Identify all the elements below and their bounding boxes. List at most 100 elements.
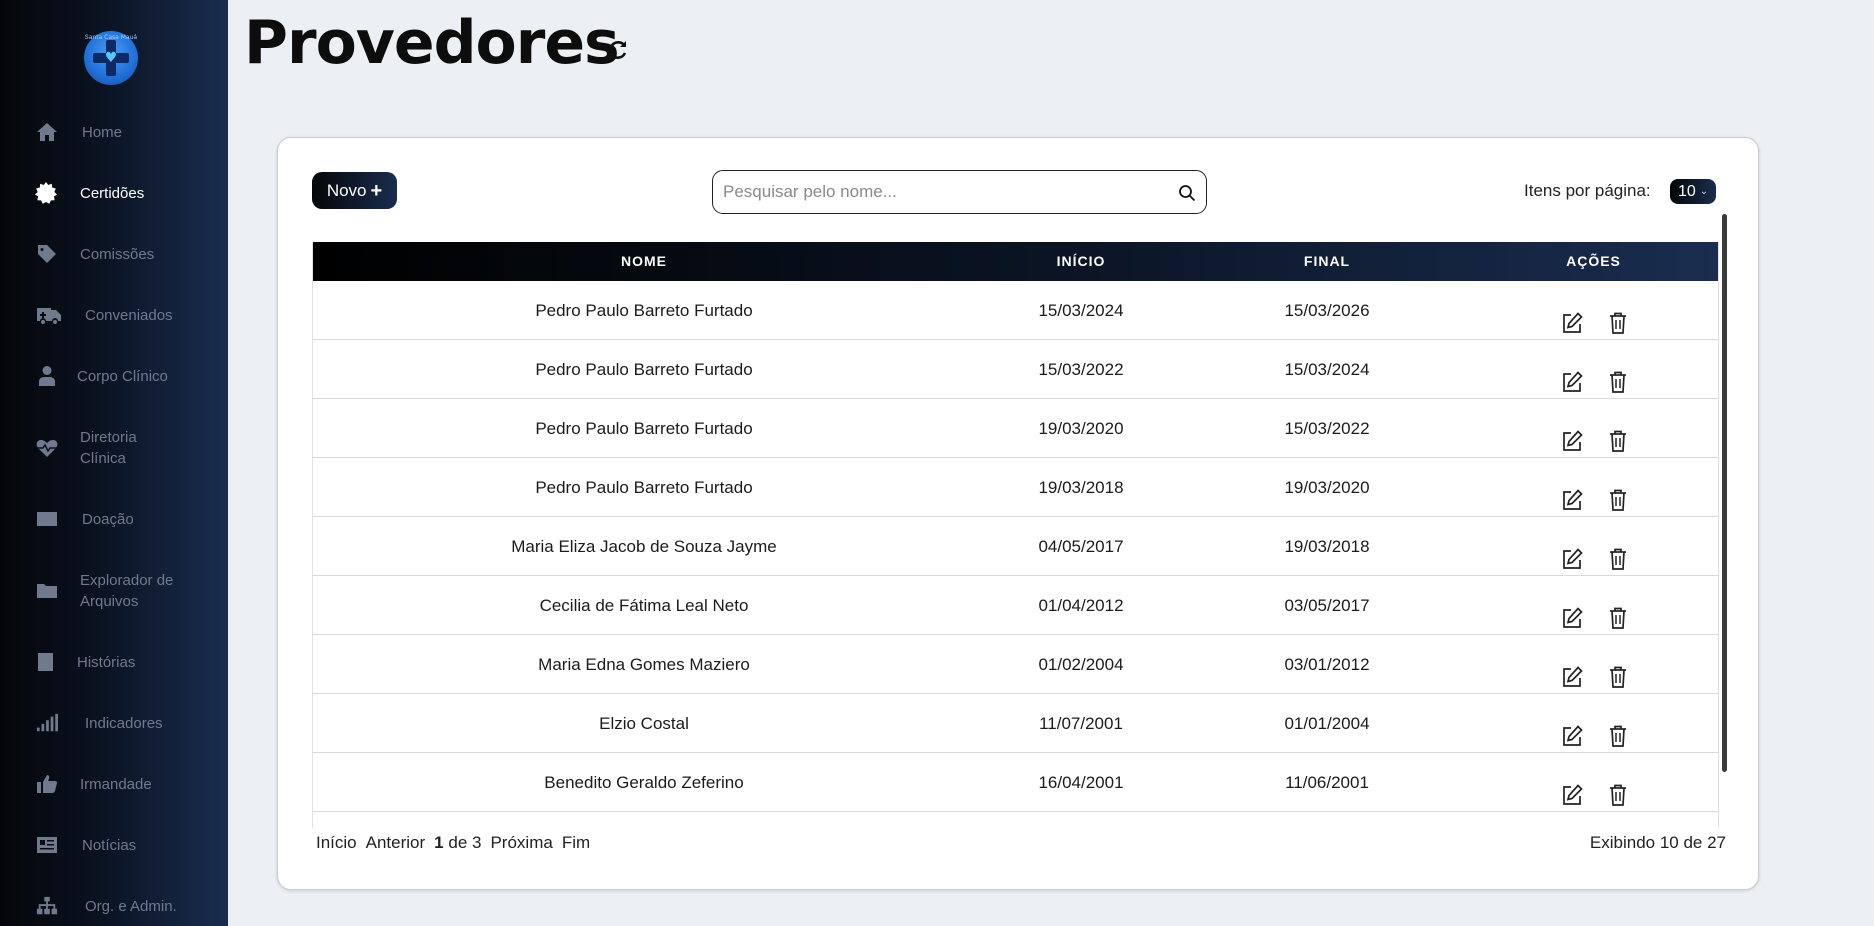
trash-icon[interactable] [1607, 299, 1629, 334]
sidebar-item-noticias[interactable]: Notícias [0, 821, 228, 869]
cell-acoes [1467, 281, 1718, 340]
sidebar: Santa Casa Mauá ♥ Home Certidões Comissõ… [0, 0, 228, 926]
column-header-final[interactable]: FINAL [1187, 242, 1467, 281]
trash-icon[interactable] [1607, 417, 1629, 452]
column-header-inicio[interactable]: INÍCIO [975, 242, 1187, 281]
new-button-label: Novo [326, 180, 367, 200]
edit-icon[interactable] [1561, 535, 1583, 569]
logo[interactable]: Santa Casa Mauá ♥ [84, 31, 138, 85]
cell-nome: Pedro Paulo Barreto Furtado [535, 360, 753, 379]
sidebar-item-label: Comissões [80, 246, 155, 263]
new-button[interactable]: Novo + [312, 172, 397, 209]
sidebar-item-label: Notícias [82, 837, 137, 854]
edit-icon[interactable] [1561, 594, 1583, 628]
table-row: Maria Eliza Jacob de Souza Jayme 04/05/20… [313, 517, 1718, 576]
sidebar-item-comissoes[interactable]: Comissões [0, 230, 228, 278]
cell-final: 03/01/2012 [1284, 655, 1370, 674]
cell-final: 15/03/2022 [1284, 419, 1370, 438]
column-header-nome[interactable]: NOME [313, 242, 975, 281]
thumbs-up-icon [36, 773, 58, 795]
cell-acoes [1467, 753, 1718, 812]
heartbeat-icon [36, 437, 58, 459]
sidebar-item-label: Histórias [77, 654, 136, 671]
cell-inicio: 15/03/2024 [1038, 301, 1124, 320]
trash-icon[interactable] [1607, 712, 1629, 747]
cell-final: 15/03/2026 [1284, 301, 1370, 320]
sidebar-item-label: Certidões [80, 185, 145, 202]
cell-acoes [1467, 399, 1718, 458]
sidebar-item-certidoes[interactable]: Certidões [0, 169, 228, 217]
edit-icon[interactable] [1561, 476, 1583, 510]
search-input[interactable] [723, 181, 1163, 203]
sidebar-item-org-admin[interactable]: Org. e Admin. [0, 882, 228, 926]
folder-icon [36, 580, 58, 602]
credit-card-icon [36, 508, 58, 530]
table-row: Pedro Paulo Barreto Furtado 15/03/2024 15/… [313, 281, 1718, 340]
providers-card: Novo + Itens por página: 10 ⌄ NOME INÍCI… [277, 137, 1759, 890]
per-page-value: 10 [1678, 182, 1696, 200]
trash-icon[interactable] [1607, 535, 1629, 570]
per-page-label: Itens por página: [1524, 181, 1651, 200]
pagination: Início Anterior 1 de 3 Próxima Fim [316, 833, 590, 853]
edit-icon[interactable] [1561, 653, 1583, 687]
cell-nome: Pedro Paulo Barreto Furtado [535, 301, 753, 320]
per-page-select[interactable]: 10 ⌄ [1670, 179, 1716, 204]
sidebar-item-label: Diretoria Clínica [80, 429, 137, 467]
trash-icon[interactable] [1607, 653, 1629, 688]
cell-acoes [1467, 458, 1718, 517]
search-icon[interactable] [1178, 184, 1196, 202]
sidebar-item-label: Corpo Clínico [77, 368, 168, 385]
page-total: de 3 [448, 833, 482, 852]
cell-inicio: 15/03/2022 [1038, 360, 1124, 379]
first-page-link[interactable]: Início [316, 833, 357, 853]
trash-icon[interactable] [1607, 476, 1629, 511]
cell-inicio: 01/04/2012 [1038, 596, 1124, 615]
cell-inicio: 19/03/2018 [1038, 478, 1124, 497]
trash-icon[interactable] [1607, 594, 1629, 629]
edit-icon[interactable] [1561, 771, 1583, 805]
cell-acoes [1467, 635, 1718, 694]
refresh-icon[interactable] [606, 38, 630, 62]
scrollbar[interactable] [1722, 214, 1727, 772]
edit-icon[interactable] [1561, 712, 1583, 746]
sidebar-item-indicadores[interactable]: Indicadores [0, 699, 228, 747]
trash-icon[interactable] [1607, 771, 1629, 806]
trash-icon[interactable] [1607, 358, 1629, 393]
cell-acoes [1467, 576, 1718, 635]
edit-icon[interactable] [1561, 358, 1583, 392]
sidebar-item-home[interactable]: Home [0, 108, 228, 156]
table-row: Benedito Geraldo Zeferino 16/04/2001 11/06… [313, 753, 1718, 812]
chevron-down-icon: ⌄ [1699, 186, 1709, 197]
doctor-icon [36, 365, 58, 387]
cell-final: 01/01/2004 [1284, 714, 1370, 733]
sidebar-item-irmandade[interactable]: Irmandade [0, 760, 228, 808]
plus-icon: + [370, 179, 383, 202]
cell-nome: Maria Edna Gomes Maziero [538, 655, 750, 674]
edit-icon[interactable] [1561, 417, 1583, 451]
next-page-link[interactable]: Próxima [490, 833, 552, 853]
search-box [712, 170, 1207, 214]
edit-icon[interactable] [1561, 299, 1583, 333]
cell-nome: Maria Eliza Jacob de Souza Jayme [511, 537, 777, 556]
sidebar-item-diretoria-clinica[interactable]: Diretoria Clínica [0, 424, 228, 472]
home-icon [36, 121, 58, 143]
sidebar-item-historias[interactable]: Histórias [0, 638, 228, 686]
cell-inicio: 04/05/2017 [1038, 537, 1124, 556]
sidebar-item-label: Conveniados [85, 307, 173, 324]
showing-count: Exibindo 10 de 27 [1589, 833, 1726, 852]
cell-final: 03/05/2017 [1284, 596, 1370, 615]
sidebar-item-explorador-arquivos[interactable]: Explorador de Arquivos [0, 567, 228, 615]
org-chart-icon [36, 895, 58, 917]
cell-final: 15/03/2024 [1284, 360, 1370, 379]
last-page-link[interactable]: Fim [562, 833, 590, 853]
cell-nome: Pedro Paulo Barreto Furtado [535, 419, 753, 438]
sidebar-item-label: Home [82, 124, 123, 141]
sidebar-item-doacao[interactable]: Doação [0, 495, 228, 543]
sidebar-item-label: Doação [82, 511, 134, 528]
badge-icon [35, 182, 57, 204]
column-header-acoes: AÇÕES [1566, 253, 1621, 269]
sidebar-item-conveniados[interactable]: Conveniados [0, 291, 228, 339]
sidebar-item-corpo-clinico[interactable]: Corpo Clínico [0, 352, 228, 400]
sidebar-item-label: Org. e Admin. [85, 898, 177, 915]
prev-page-link[interactable]: Anterior [366, 833, 426, 853]
